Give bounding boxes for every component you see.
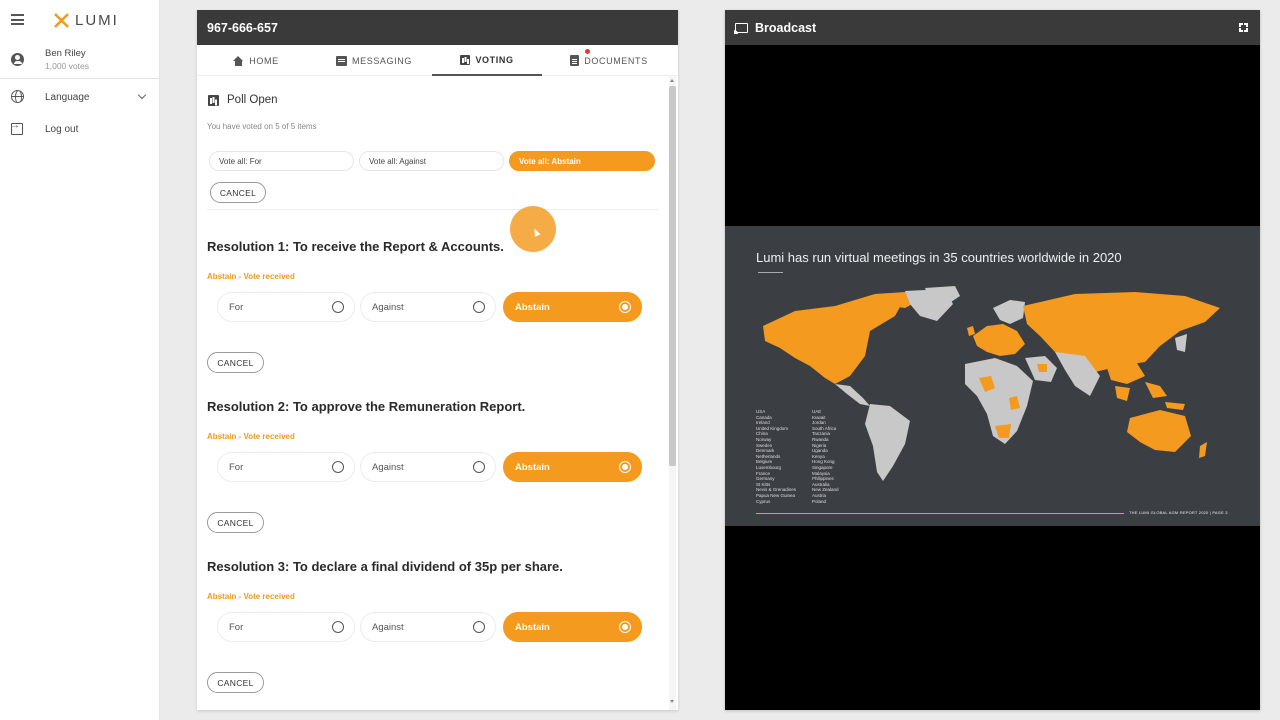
resolution-2-abstain-option[interactable]: Abstain [503,452,642,482]
voted-summary: You have voted on 5 of 5 items [207,122,317,131]
broadcast-title: Broadcast [755,20,817,35]
resolution-3-status: Abstain - Vote received [207,592,295,601]
cancel-all-button[interactable]: CANCEL [210,182,266,203]
tab-voting[interactable]: VOTING [432,45,542,76]
poll-heading: Poll Open [208,94,278,106]
home-icon [233,55,244,66]
sidebar-item-logout[interactable]: Log out [0,118,159,142]
resolution-3-abstain-option[interactable]: Abstain [503,612,642,642]
radio-unselected-icon [473,461,485,473]
radio-unselected-icon [332,301,344,313]
sidebar: LUMI Ben Riley 1,000 votes Language Log … [0,0,160,720]
resolution-3-for-option[interactable]: For [217,612,355,642]
scroll-down-arrow-icon[interactable] [670,700,674,703]
meeting-id: 967-666-657 [197,10,678,45]
lumi-logo: LUMI [54,12,119,29]
tab-documents[interactable]: DOCUMENTS [559,45,659,76]
user-votes: 1,000 votes [45,61,89,71]
voting-icon [460,54,471,65]
option-label: Abstain [515,302,550,313]
resolution-2-cancel-button[interactable]: CANCEL [207,512,264,533]
resolution-3-against-option[interactable]: Against [360,612,496,642]
tab-label: HOME [249,55,279,66]
option-label: Against [372,462,404,473]
globe-icon [11,90,24,103]
scrollbar-thumb[interactable] [669,86,676,466]
tab-home[interactable]: HOME [197,45,315,76]
radio-unselected-icon [473,621,485,633]
broadcast-slide: Lumi has run virtual meetings in 35 coun… [725,226,1260,526]
option-label: Against [372,302,404,313]
sidebar-item-language[interactable]: Language [0,86,159,110]
divider [207,209,659,210]
resolution-1-title: Resolution 1: To receive the Report & Ac… [207,239,504,254]
vote-all-abstain-button[interactable]: Vote all: Abstain [509,151,655,171]
notification-dot [585,49,590,54]
voting-panel: 967-666-657 HOME MESSAGING VOTING DOCUME… [197,10,678,710]
user-profile: Ben Riley 1,000 votes [0,42,159,79]
poll-title: Poll Open [227,94,278,106]
resolution-1-against-option[interactable]: Against [360,292,496,322]
message-icon [336,55,348,66]
vote-all-against-button[interactable]: Vote all: Against [359,151,504,171]
sidebar-item-label: Language [45,92,90,103]
user-name: Ben Riley [45,48,86,59]
resolution-2-status: Abstain - Vote received [207,432,295,441]
radio-selected-icon [619,301,631,313]
resolution-1-abstain-option[interactable]: Abstain [503,292,642,322]
poll-icon [208,94,219,106]
resolution-1-status: Abstain - Vote received [207,272,295,281]
resolution-1-for-option[interactable]: For [217,292,355,322]
country-list-col2: UAE Kuwait Jordan South Africa Tanzania … [812,409,839,504]
user-account-icon [11,53,24,66]
chevron-down-icon [137,90,147,100]
tab-label: VOTING [475,54,514,65]
broadcast-panel: Broadcast Lumi has run virtual meetings … [725,10,1260,710]
option-label: For [229,462,244,473]
menu-icon[interactable] [11,14,24,25]
tab-messaging[interactable]: MESSAGING [315,45,433,76]
option-label: Abstain [515,462,550,473]
tab-label: MESSAGING [352,55,412,66]
resolution-2-against-option[interactable]: Against [360,452,496,482]
broadcast-header: Broadcast [725,10,1260,45]
resolution-2-for-option[interactable]: For [217,452,355,482]
cast-icon [734,22,748,34]
option-label: For [229,622,244,633]
country-list-col1: USA Canada Ireland United Kingdom China … [756,409,797,504]
scroll-up-arrow-icon[interactable] [670,79,674,82]
document-icon [570,55,580,66]
resolution-1-cancel-button[interactable]: CANCEL [207,352,264,373]
tab-bar: HOME MESSAGING VOTING DOCUMENTS [197,45,678,76]
resolution-3-title: Resolution 3: To declare a final dividen… [207,559,563,574]
radio-unselected-icon [473,301,485,313]
fullscreen-icon[interactable] [1239,23,1248,32]
option-label: Abstain [515,622,550,633]
slide-footer-rule [756,513,1124,514]
slide-footer-text: THE LUMI GLOBAL AGM REPORT 2020 | PAGE 3 [1129,510,1228,515]
lumi-logo-mark [54,13,69,28]
vote-all-for-button[interactable]: Vote all: For [209,151,354,171]
radio-selected-icon [619,461,631,473]
resolution-2-title: Resolution 2: To approve the Remuneratio… [207,399,526,414]
brand-name: LUMI [75,12,119,29]
slide-title-underline [758,272,783,273]
logout-icon [10,120,23,135]
option-label: Against [372,622,404,633]
radio-unselected-icon [332,461,344,473]
tab-label: DOCUMENTS [584,55,648,66]
option-label: For [229,302,244,313]
radio-unselected-icon [332,621,344,633]
slide-title: Lumi has run virtual meetings in 35 coun… [756,250,1122,265]
sidebar-item-label: Log out [45,124,79,135]
resolution-3-cancel-button[interactable]: CANCEL [207,672,264,693]
radio-selected-icon [619,621,631,633]
